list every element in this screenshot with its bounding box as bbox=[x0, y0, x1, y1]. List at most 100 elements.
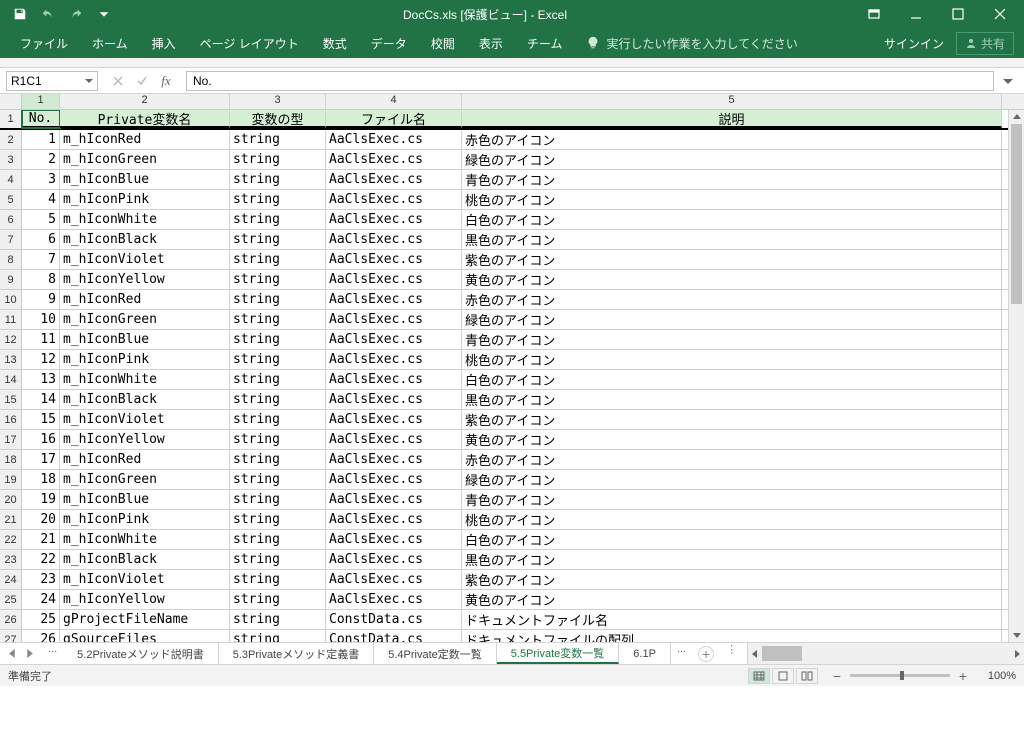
cell-file[interactable]: AaClsExec.cs bbox=[326, 130, 462, 149]
cell-desc[interactable]: 黄色のアイコン bbox=[462, 270, 1002, 289]
cell-desc[interactable]: ドキュメントファイルの配列 bbox=[462, 630, 1002, 642]
cell-desc[interactable]: 黄色のアイコン bbox=[462, 430, 1002, 449]
insert-function-button[interactable]: fx bbox=[155, 72, 177, 90]
row-header[interactable]: 11 bbox=[0, 310, 22, 329]
cell-type[interactable]: string bbox=[230, 130, 326, 149]
cell-type[interactable]: string bbox=[230, 250, 326, 269]
zoom-out-button[interactable]: − bbox=[830, 668, 844, 684]
cell-file[interactable]: AaClsExec.cs bbox=[326, 150, 462, 169]
tab-home[interactable]: ホーム bbox=[80, 28, 140, 58]
cell-no[interactable]: 9 bbox=[22, 290, 60, 309]
cell-varname[interactable]: m_hIconBlack bbox=[60, 230, 230, 249]
cell-varname[interactable]: m_hIconViolet bbox=[60, 570, 230, 589]
cell-type[interactable]: string bbox=[230, 350, 326, 369]
cell-no[interactable]: 15 bbox=[22, 410, 60, 429]
cell-no[interactable]: 5 bbox=[22, 210, 60, 229]
row-header[interactable]: 4 bbox=[0, 170, 22, 189]
cell-file[interactable]: AaClsExec.cs bbox=[326, 350, 462, 369]
row-header[interactable]: 15 bbox=[0, 390, 22, 409]
cell-varname[interactable]: m_hIconGreen bbox=[60, 310, 230, 329]
scroll-thumb[interactable] bbox=[1011, 124, 1022, 304]
cell-desc[interactable]: 黒色のアイコン bbox=[462, 550, 1002, 569]
cell-no[interactable]: 8 bbox=[22, 270, 60, 289]
row-header[interactable]: 8 bbox=[0, 250, 22, 269]
nav-next-icon[interactable] bbox=[25, 649, 34, 658]
cell-type[interactable]: string bbox=[230, 550, 326, 569]
cell-file[interactable]: AaClsExec.cs bbox=[326, 310, 462, 329]
cell-desc[interactable]: 赤色のアイコン bbox=[462, 450, 1002, 469]
cell-header-desc[interactable]: 説明 bbox=[462, 110, 1002, 128]
row-header[interactable]: 26 bbox=[0, 610, 22, 629]
normal-view-button[interactable] bbox=[748, 668, 770, 684]
cell-varname[interactable]: m_hIconBlack bbox=[60, 550, 230, 569]
cell-type[interactable]: string bbox=[230, 290, 326, 309]
cell-varname[interactable]: m_hIconPink bbox=[60, 510, 230, 529]
cell-no[interactable]: 2 bbox=[22, 150, 60, 169]
cell-no[interactable]: 22 bbox=[22, 550, 60, 569]
cell-desc[interactable]: 黒色のアイコン bbox=[462, 230, 1002, 249]
tab-page-layout[interactable]: ページ レイアウト bbox=[188, 28, 311, 58]
scroll-down-arrow[interactable] bbox=[1009, 628, 1024, 642]
row-header[interactable]: 23 bbox=[0, 550, 22, 569]
cell-no[interactable]: 20 bbox=[22, 510, 60, 529]
row-header[interactable]: 19 bbox=[0, 470, 22, 489]
scroll-left-arrow[interactable] bbox=[748, 643, 762, 664]
cell-file[interactable]: AaClsExec.cs bbox=[326, 510, 462, 529]
row-header[interactable]: 17 bbox=[0, 430, 22, 449]
horizontal-scrollbar[interactable] bbox=[747, 643, 1024, 664]
col-header-4[interactable]: 4 bbox=[326, 94, 462, 109]
cell-varname[interactable]: m_hIconWhite bbox=[60, 210, 230, 229]
cell-type[interactable]: string bbox=[230, 410, 326, 429]
cell-no[interactable]: 11 bbox=[22, 330, 60, 349]
sheet-overflow-right[interactable]: ... bbox=[671, 643, 692, 664]
cell-type[interactable]: string bbox=[230, 390, 326, 409]
qat-customize-icon[interactable] bbox=[92, 2, 116, 26]
cell-file[interactable]: AaClsExec.cs bbox=[326, 330, 462, 349]
maximize-button[interactable] bbox=[938, 2, 978, 26]
cell-file[interactable]: AaClsExec.cs bbox=[326, 230, 462, 249]
cell-no[interactable]: 26 bbox=[22, 630, 60, 642]
cell-header-type[interactable]: 変数の型 bbox=[230, 110, 326, 128]
row-header[interactable]: 13 bbox=[0, 350, 22, 369]
cell-no[interactable]: 17 bbox=[22, 450, 60, 469]
cell-file[interactable]: AaClsExec.cs bbox=[326, 490, 462, 509]
cell-file[interactable]: AaClsExec.cs bbox=[326, 390, 462, 409]
cell-desc[interactable]: 緑色のアイコン bbox=[462, 310, 1002, 329]
cell-file[interactable]: AaClsExec.cs bbox=[326, 530, 462, 549]
row-header[interactable]: 5 bbox=[0, 190, 22, 209]
cell-no[interactable]: 13 bbox=[22, 370, 60, 389]
cell-varname[interactable]: m_hIconGreen bbox=[60, 150, 230, 169]
cell-file[interactable]: AaClsExec.cs bbox=[326, 550, 462, 569]
cell-no[interactable]: 16 bbox=[22, 430, 60, 449]
cell-type[interactable]: string bbox=[230, 590, 326, 609]
row-header[interactable]: 9 bbox=[0, 270, 22, 289]
cell-file[interactable]: AaClsExec.cs bbox=[326, 570, 462, 589]
cell-varname[interactable]: m_hIconWhite bbox=[60, 370, 230, 389]
cell-desc[interactable]: 桃色のアイコン bbox=[462, 190, 1002, 209]
cell-file[interactable]: AaClsExec.cs bbox=[326, 190, 462, 209]
zoom-in-button[interactable]: + bbox=[956, 668, 970, 684]
cell-type[interactable]: string bbox=[230, 330, 326, 349]
tab-file[interactable]: ファイル bbox=[8, 28, 80, 58]
cell-varname[interactable]: m_hIconViolet bbox=[60, 250, 230, 269]
tell-me-search[interactable]: 実行したい作業を入力してください bbox=[574, 28, 809, 58]
cell-desc[interactable]: 黄色のアイコン bbox=[462, 590, 1002, 609]
cell-file[interactable]: AaClsExec.cs bbox=[326, 430, 462, 449]
sheet-nav[interactable] bbox=[0, 643, 42, 664]
formula-input[interactable]: No. bbox=[186, 71, 994, 91]
col-header-2[interactable]: 2 bbox=[60, 94, 230, 109]
cell-no[interactable]: 1 bbox=[22, 130, 60, 149]
cell-desc[interactable]: 青色のアイコン bbox=[462, 330, 1002, 349]
cell-file[interactable]: AaClsExec.cs bbox=[326, 250, 462, 269]
row-header[interactable]: 27 bbox=[0, 630, 22, 642]
cell-file[interactable]: AaClsExec.cs bbox=[326, 410, 462, 429]
cell-varname[interactable]: m_hIconBlue bbox=[60, 170, 230, 189]
cell-type[interactable]: string bbox=[230, 170, 326, 189]
cell-varname[interactable]: gSourceFiles bbox=[60, 630, 230, 642]
tab-team[interactable]: チーム bbox=[515, 28, 575, 58]
sheet-tab[interactable]: 5.5Private変数一覧 bbox=[497, 643, 620, 664]
page-layout-view-button[interactable] bbox=[772, 668, 794, 684]
cell-no[interactable]: 6 bbox=[22, 230, 60, 249]
signin-link[interactable]: サインイン bbox=[884, 35, 944, 52]
cell-varname[interactable]: m_hIconGreen bbox=[60, 470, 230, 489]
